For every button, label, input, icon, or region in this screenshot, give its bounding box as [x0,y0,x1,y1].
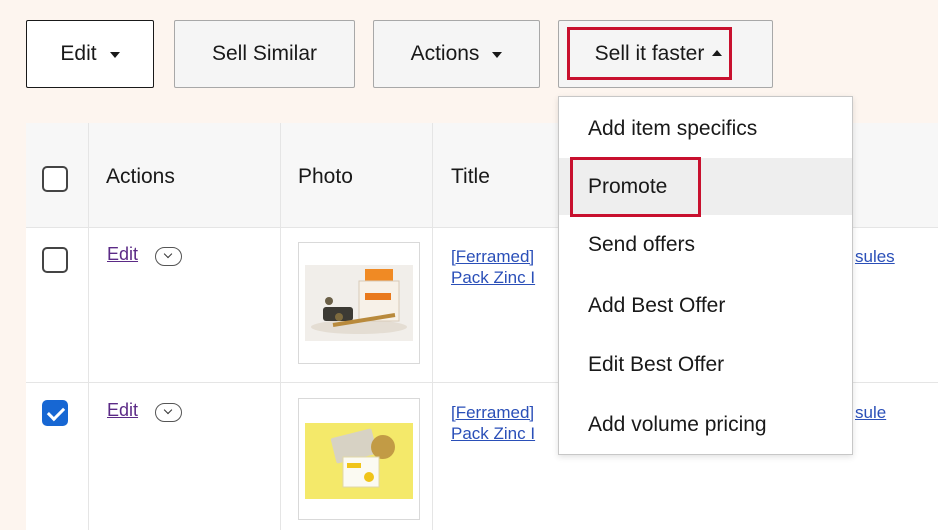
column-header-title: Title [451,165,490,188]
select-all-checkbox[interactable] [42,166,68,192]
menu-item-edit-best-offer[interactable]: Edit Best Offer [559,336,852,393]
product-image-supplement-box [305,265,413,341]
listing-title-line-2: Pack Zinc I [451,268,536,287]
column-header-photo: Photo [298,165,353,188]
sell-it-faster-menu: Add item specifics Promote Send offers A… [558,96,853,455]
listing-title-link[interactable]: [Ferramed] Pack Zinc I [451,402,535,444]
row-actions-chevron-button[interactable] [155,403,182,422]
listing-title-tail[interactable]: sules [855,246,895,267]
listing-title-line-1: [Ferramed] [451,403,535,422]
sell-it-faster-label: Sell it faster [594,42,705,65]
sell-similar-label: Sell Similar [211,42,318,65]
column-header-actions: Actions [106,165,175,188]
row-edit-link[interactable]: Edit [107,400,138,421]
column-divider [88,123,89,530]
caret-down-icon [492,52,503,58]
row-actions-chevron-button[interactable] [155,247,182,266]
edit-dropdown-button[interactable]: Edit [26,20,154,88]
listing-title-line-2: Pack Zinc I [451,424,536,443]
sell-similar-button[interactable]: Sell Similar [174,20,355,88]
actions-dropdown-button[interactable]: Actions [373,20,540,88]
actions-button-label: Actions [410,42,480,65]
row-select-checkbox-checked[interactable] [42,400,68,426]
listing-title-tail[interactable]: sule [855,402,886,423]
screenshot-canvas: Edit Sell Similar Actions Sell it faster… [0,0,938,530]
menu-item-promote[interactable]: Promote [559,158,852,215]
sell-it-faster-dropdown-button[interactable]: Sell it faster [558,20,773,88]
listing-title-line-1: [Ferramed] [451,247,535,266]
product-image-zinc-pack [305,423,413,499]
row-edit-link[interactable]: Edit [107,244,138,265]
menu-item-add-item-specifics[interactable]: Add item specifics [559,100,852,157]
menu-item-send-offers[interactable]: Send offers [559,216,852,273]
caret-up-icon [712,50,723,56]
listing-title-link[interactable]: [Ferramed] Pack Zinc I [451,246,535,288]
menu-item-add-best-offer[interactable]: Add Best Offer [559,277,852,334]
menu-item-add-volume-pricing[interactable]: Add volume pricing [559,396,852,453]
column-divider [432,123,433,530]
caret-down-icon [109,52,120,58]
column-divider [280,123,281,530]
product-photo[interactable] [298,398,420,520]
row-select-checkbox[interactable] [42,247,68,273]
product-photo[interactable] [298,242,420,364]
edit-button-label: Edit [60,42,97,65]
